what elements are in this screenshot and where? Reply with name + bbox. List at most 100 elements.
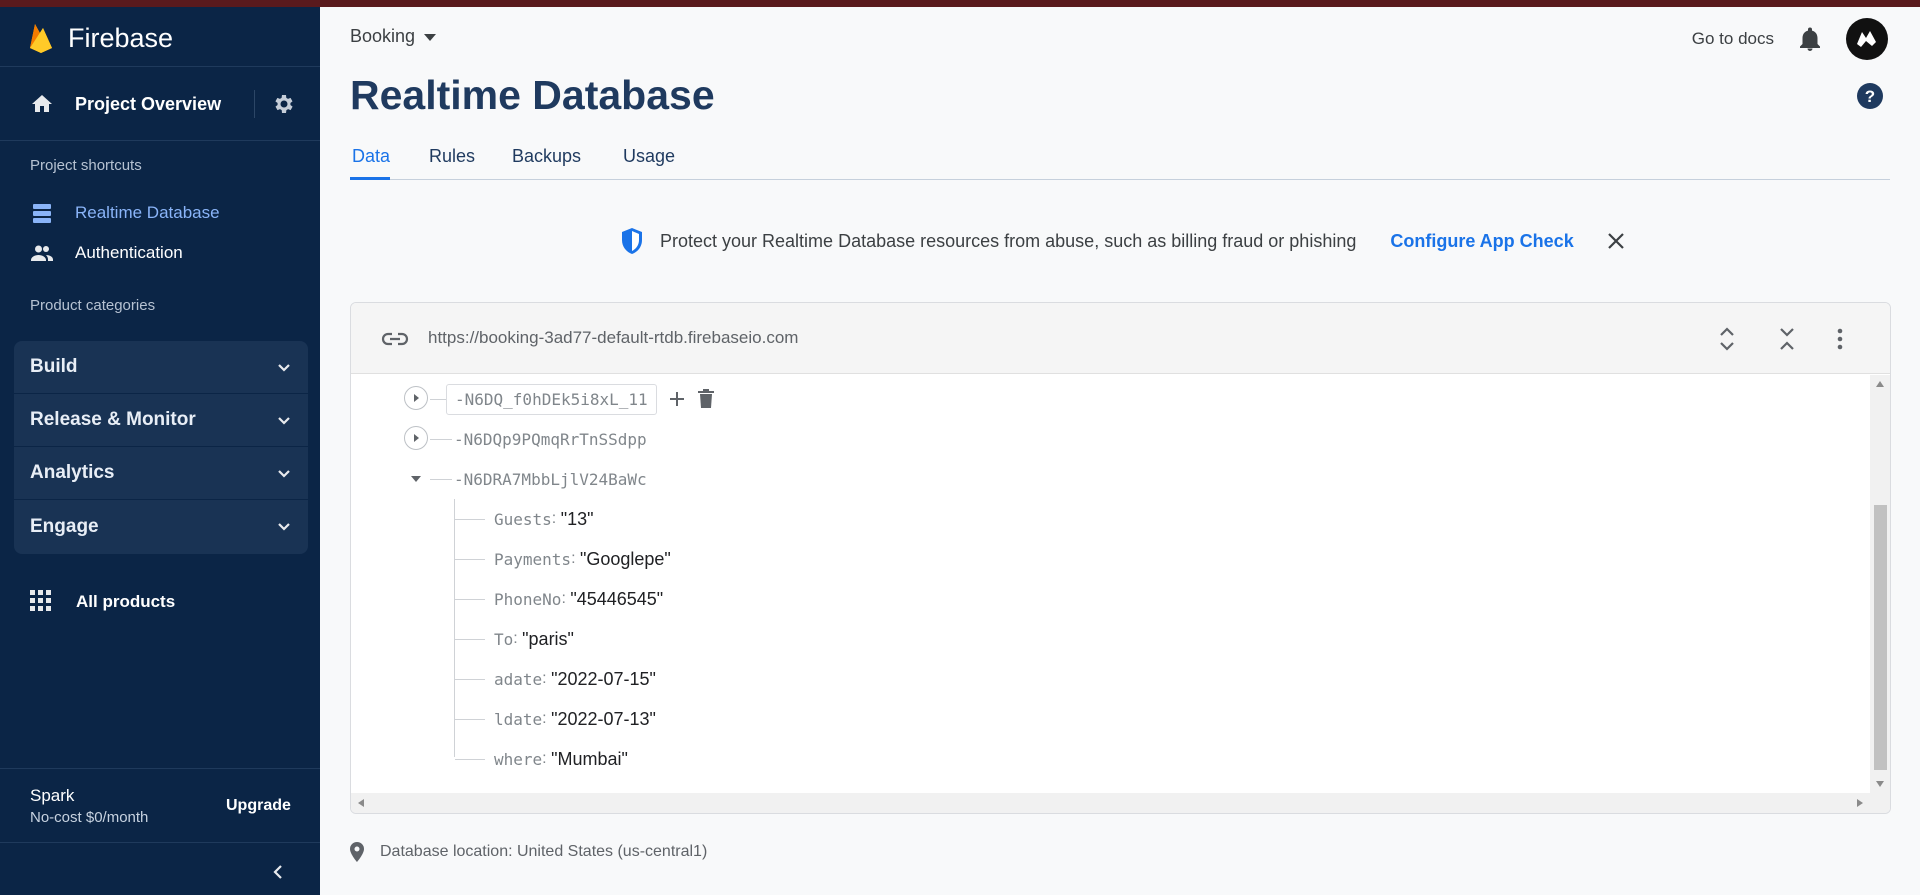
sidebar-item-authentication[interactable]: Authentication (0, 235, 320, 271)
chevron-down-icon (278, 523, 290, 531)
svg-text:?: ? (1865, 87, 1875, 106)
avatar[interactable] (1846, 18, 1888, 60)
plan-cost: No-cost $0/month (30, 809, 149, 826)
page-title: Realtime Database (350, 72, 715, 118)
leaf-key: Payments (494, 549, 572, 569)
sidebar-item-realtime-database[interactable]: Realtime Database (0, 195, 320, 231)
close-icon[interactable] (1606, 231, 1626, 251)
category-label: Engage (30, 515, 99, 537)
project-name: Booking (350, 26, 416, 46)
tree-node[interactable]: -N6DQ_f0hDEk5i8xL_11 (446, 381, 715, 417)
tree-leaf[interactable]: PhoneNo: "45446545" (494, 581, 663, 617)
tree-leaf[interactable]: Payments: "Googlepe" (494, 541, 671, 577)
tree-connector (455, 519, 485, 520)
database-header: https://booking-3ad77-default-rtdb.fireb… (351, 303, 1890, 374)
leaf-value[interactable]: "2022-07-13" (551, 709, 656, 730)
tree-connector (430, 439, 452, 440)
caret-right-icon (414, 434, 419, 442)
people-icon (31, 245, 53, 261)
caret-right-icon (414, 394, 419, 402)
add-icon[interactable] (667, 389, 687, 409)
bell-icon[interactable] (1798, 26, 1822, 52)
node-key[interactable]: -N6DQp9PQmqRrTnSSdpp (454, 430, 647, 449)
project-overview-button[interactable]: Project Overview (0, 80, 320, 128)
tree-node[interactable]: -N6DRA7MbbLjlV24BaWc (454, 461, 647, 497)
leaf-value[interactable]: "45446545" (570, 589, 663, 610)
chevron-down-icon (278, 417, 290, 425)
category-build[interactable]: Build (14, 341, 308, 394)
database-url[interactable]: https://booking-3ad77-default-rtdb.fireb… (428, 328, 798, 348)
vertical-scrollbar[interactable] (1870, 375, 1890, 793)
tab-usage[interactable]: Usage (623, 146, 675, 167)
expand-node-button[interactable] (404, 386, 428, 410)
separator (254, 90, 255, 118)
collapse-sidebar-icon[interactable] (268, 862, 288, 882)
leaf-key: where (494, 749, 543, 769)
expand-all-icon[interactable] (1715, 325, 1739, 353)
scroll-left-icon[interactable] (357, 798, 365, 808)
all-products-button[interactable]: All products (0, 584, 320, 620)
scroll-up-icon[interactable] (1875, 380, 1885, 388)
sidebar: Firebase Project Overview Project shortc… (0, 0, 320, 895)
plan-info: Spark No-cost $0/month (30, 786, 148, 826)
horizontal-scrollbar[interactable] (351, 793, 1890, 813)
category-analytics[interactable]: Analytics (14, 447, 308, 500)
node-key[interactable]: -N6DRA7MbbLjlV24BaWc (454, 470, 647, 489)
tree-leaf[interactable]: ldate: "2022-07-13" (494, 701, 656, 737)
tree-leaf[interactable]: Guests: "13" (494, 501, 594, 537)
delete-icon[interactable] (697, 389, 715, 409)
leaf-value[interactable]: "Googlepe" (580, 549, 671, 570)
divider (0, 842, 320, 843)
leaf-value[interactable]: "paris" (522, 629, 574, 650)
database-location-text: Database location: United States (us-cen… (380, 843, 708, 860)
scroll-right-icon[interactable] (1856, 798, 1864, 808)
category-label: Release & Monitor (30, 409, 196, 430)
category-release-monitor[interactable]: Release & Monitor (14, 394, 308, 447)
location-pin-icon (350, 842, 364, 862)
scrollbar-thumb[interactable] (1874, 505, 1887, 770)
configure-app-check-link[interactable]: Configure App Check (1390, 231, 1573, 252)
tree-leaf[interactable]: adate: "2022-07-15" (494, 661, 656, 697)
leaf-key: ldate (494, 709, 543, 729)
tree-connector (455, 679, 485, 680)
tab-backups[interactable]: Backups (512, 146, 581, 167)
upgrade-button[interactable]: Upgrade (226, 797, 291, 815)
firebase-logo[interactable]: Firebase (28, 18, 173, 58)
node-key[interactable]: -N6DQ_f0hDEk5i8xL_11 (446, 383, 657, 415)
help-icon[interactable]: ? (1856, 82, 1884, 110)
sidebar-item-label: Realtime Database (75, 203, 220, 222)
project-selector[interactable]: Booking (350, 26, 437, 47)
chevron-down-icon (278, 364, 290, 372)
firebase-flame-icon (30, 24, 52, 53)
leaf-key: PhoneNo (494, 589, 562, 609)
expand-node-button[interactable] (404, 426, 428, 450)
leaf-key: Guests (494, 509, 552, 529)
category-engage[interactable]: Engage (14, 500, 308, 553)
tree-connector (455, 559, 485, 560)
caret-down-icon[interactable] (410, 473, 422, 485)
caret-down-icon (424, 33, 437, 41)
leaf-value[interactable]: "Mumbai" (551, 749, 628, 770)
collapse-all-icon[interactable] (1775, 325, 1799, 353)
leaf-value[interactable]: "2022-07-15" (551, 669, 656, 690)
scroll-down-icon[interactable] (1875, 780, 1885, 788)
tab-bar: Data Rules Backups Usage (350, 140, 1890, 180)
leaf-value[interactable]: "13" (561, 509, 594, 530)
tab-data[interactable]: Data (352, 146, 390, 167)
divider (0, 140, 320, 141)
database-viewer: https://booking-3ad77-default-rtdb.fireb… (350, 302, 1891, 814)
link-icon (381, 332, 409, 346)
tree-node[interactable]: -N6DQp9PQmqRrTnSSdpp (454, 421, 647, 457)
database-location: Database location: United States (us-cen… (350, 842, 707, 862)
tree-leaf[interactable]: To: "paris" (494, 621, 574, 657)
go-to-docs-link[interactable]: Go to docs (1692, 29, 1774, 49)
project-overview-label: Project Overview (75, 93, 222, 114)
tree-connector (455, 599, 485, 600)
leaf-colon: : (542, 670, 552, 687)
tree-connector (455, 639, 485, 640)
gear-icon[interactable] (272, 92, 296, 116)
tree-leaf[interactable]: where: "Mumbai" (494, 741, 628, 777)
tab-rules[interactable]: Rules (429, 146, 475, 167)
more-options-icon[interactable] (1835, 325, 1845, 353)
leaf-colon: : (542, 750, 552, 767)
